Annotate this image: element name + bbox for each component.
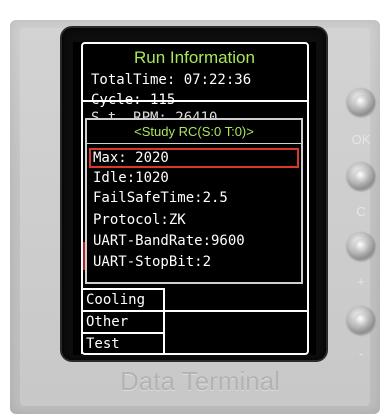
c-button-label: C — [356, 204, 366, 219]
ok-button-label: OK — [351, 132, 371, 147]
popup-item-protocol[interactable]: Protocol:ZK — [93, 212, 186, 228]
menu-item-cooling[interactable]: Cooling — [83, 290, 163, 312]
hardware-button-2[interactable] — [347, 162, 375, 190]
screen-title: Run Information — [134, 48, 255, 67]
menu-item-other[interactable]: Other — [83, 312, 163, 334]
menu-item-test[interactable]: Test — [83, 334, 163, 354]
popup-item-idle[interactable]: Idle:1020 — [93, 170, 169, 186]
minus-button-label: - — [358, 346, 364, 361]
brand-label: Data Terminal — [120, 366, 280, 396]
lcd-screen: Run Information TotalTime: 07:22:36 Cycl… — [73, 42, 316, 355]
hardware-button-3[interactable] — [347, 232, 375, 260]
popup-item-failsafe-time[interactable]: FailSafeTime:2.5 — [93, 190, 228, 206]
popup-item-uart-stopbit[interactable]: UART-StopBit:2 — [93, 254, 211, 270]
popup-title: <Study RC(S:0 T:0)> — [87, 120, 301, 144]
study-rc-popup: <Study RC(S:0 T:0)> Max: 2020 Idle:1020 … — [85, 118, 303, 284]
popup-item-uart-bandrate[interactable]: UART-BandRate:9600 — [93, 233, 245, 249]
plus-button-label: + — [357, 274, 365, 289]
info-total-time: TotalTime: 07:22:36 — [91, 72, 252, 88]
hardware-button-1[interactable] — [347, 88, 375, 116]
info-cycle: Cycle: 115 — [91, 92, 176, 108]
screen-menu: Cooling Other Test — [81, 288, 165, 354]
popup-item-max[interactable]: Max: 2020 — [89, 148, 299, 168]
menu-pane-divider — [165, 310, 309, 312]
hardware-button-4[interactable] — [347, 306, 375, 334]
